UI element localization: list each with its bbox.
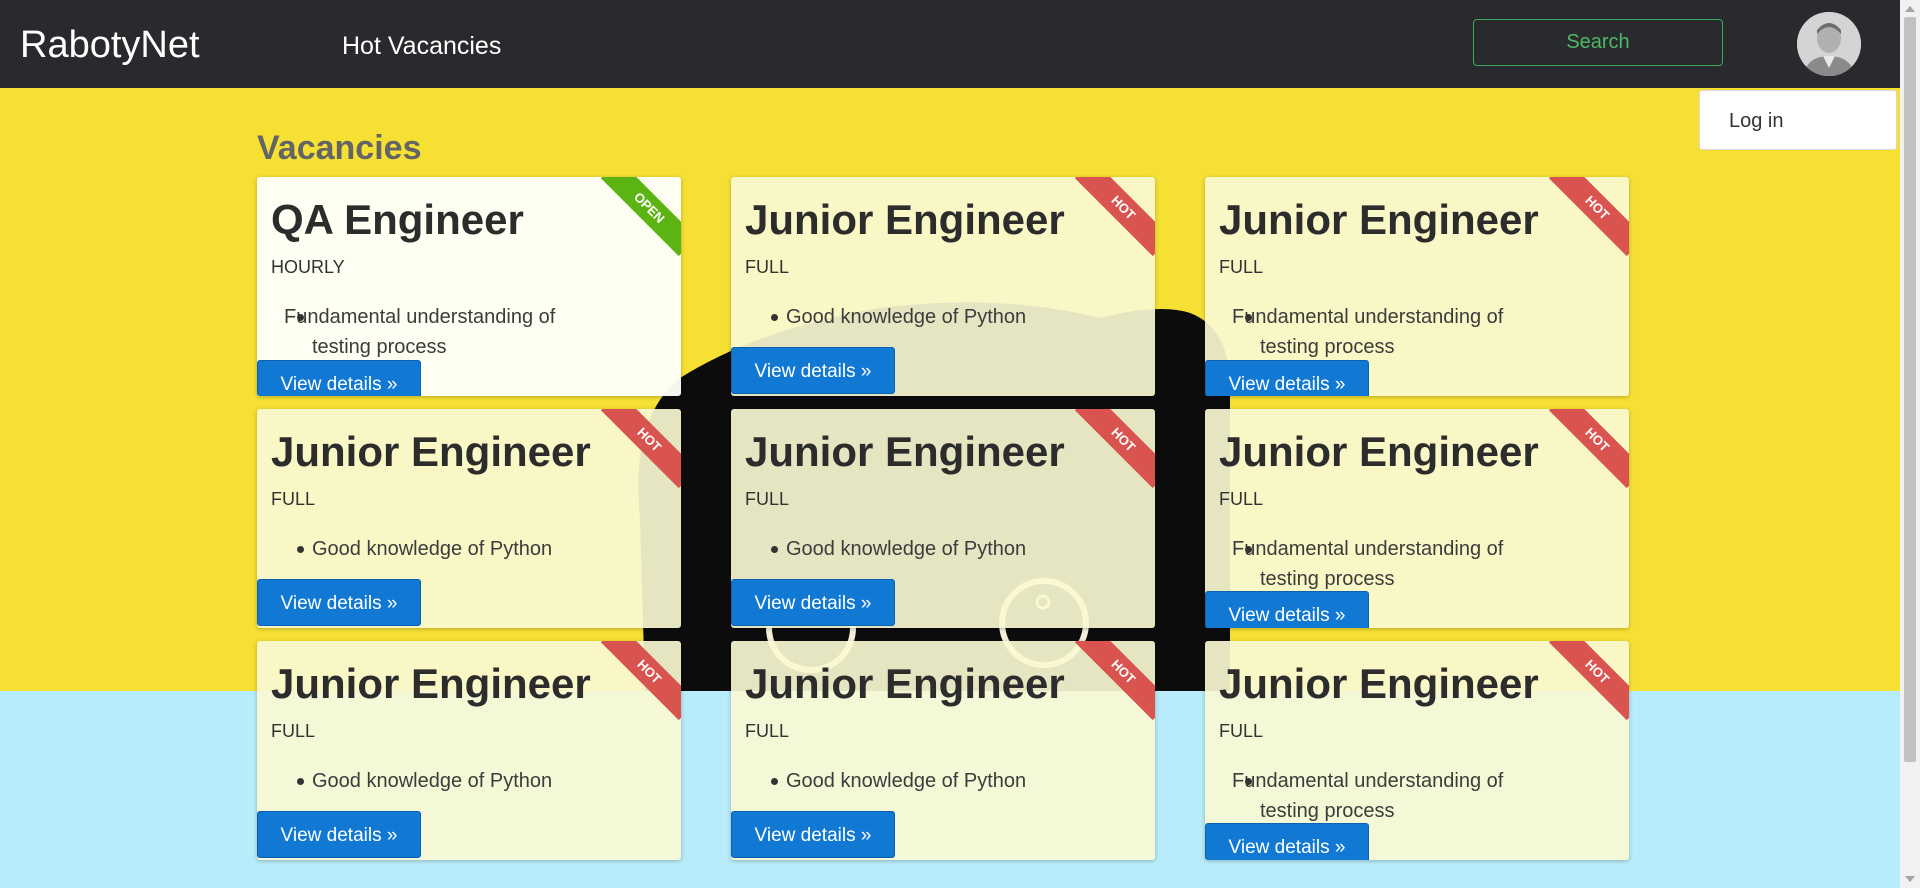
vacancy-card: Junior Engineer FULL Good knowledge of P… — [731, 409, 1155, 628]
scrollbar-thumb[interactable] — [1904, 17, 1916, 762]
vacancy-title: Junior Engineer — [745, 428, 1065, 475]
requirements-list: Fundamental understanding of testing pro… — [1219, 302, 1549, 362]
requirement-item: Fundamental understanding of testing pro… — [1232, 306, 1504, 358]
requirement-item: Fundamental understanding of testing pro… — [1232, 538, 1504, 590]
vacancy-title: Junior Engineer — [271, 660, 591, 707]
hot-badge: HOT — [1548, 641, 1629, 721]
vacancy-type: FULL — [271, 721, 316, 741]
requirements-list: Good knowledge of Python — [745, 534, 1075, 564]
vacancy-card: QA Engineer HOURLY Fundamental understan… — [257, 177, 681, 396]
requirements-list: Fundamental understanding of testing pro… — [1219, 534, 1549, 594]
requirements-list: Fundamental understanding of testing pro… — [1219, 766, 1549, 826]
view-details-button[interactable]: View details » — [731, 579, 895, 626]
view-details-button[interactable]: View details » — [731, 347, 895, 394]
user-avatar-icon[interactable] — [1797, 12, 1861, 76]
view-details-button[interactable]: View details » — [257, 360, 421, 396]
requirements-list: Fundamental understanding of testing pro… — [271, 302, 601, 362]
open-badge: OPEN — [600, 177, 681, 257]
vacancy-card: Junior Engineer FULL Good knowledge of P… — [257, 641, 681, 860]
vacancy-type: FULL — [1219, 489, 1264, 509]
hot-badge: HOT — [1074, 641, 1155, 721]
requirements-list: Good knowledge of Python — [271, 534, 601, 564]
hot-badge: HOT — [1074, 177, 1155, 257]
requirement-item: Good knowledge of Python — [760, 302, 1075, 332]
requirements-list: Good knowledge of Python — [745, 302, 1075, 332]
vacancy-title: Junior Engineer — [1219, 196, 1539, 243]
requirement-item: Good knowledge of Python — [286, 766, 601, 796]
brand-logo[interactable]: RabotyNet — [20, 22, 200, 68]
requirement-item: Good knowledge of Python — [760, 534, 1075, 564]
avatar-person-icon — [1797, 12, 1861, 76]
nav-hot-vacancies[interactable]: Hot Vacancies — [342, 30, 501, 62]
top-navbar: RabotyNet Hot Vacancies Search — [0, 0, 1900, 88]
vacancy-title: QA Engineer — [271, 196, 524, 243]
scroll-down-arrow-icon[interactable] — [1905, 876, 1915, 882]
requirements-list: Good knowledge of Python — [271, 766, 601, 796]
search-button[interactable]: Search — [1473, 19, 1723, 66]
vacancy-card: Junior Engineer FULL Fundamental underst… — [1205, 641, 1629, 860]
vacancy-title: Junior Engineer — [745, 196, 1065, 243]
view-details-button[interactable]: View details » — [1205, 360, 1369, 396]
vacancy-card: Junior Engineer FULL Good knowledge of P… — [257, 409, 681, 628]
scroll-up-arrow-icon[interactable] — [1905, 6, 1915, 12]
requirement-item: Good knowledge of Python — [286, 534, 601, 564]
login-menu-item[interactable]: Log in — [1729, 109, 1784, 133]
hot-badge: HOT — [600, 409, 681, 489]
vacancy-card: Junior Engineer FULL Fundamental underst… — [1205, 177, 1629, 396]
vacancy-title: Junior Engineer — [271, 428, 591, 475]
view-details-button[interactable]: View details » — [731, 811, 895, 858]
vacancy-type: FULL — [1219, 257, 1264, 277]
requirement-item: Good knowledge of Python — [760, 766, 1075, 796]
vacancy-type: FULL — [1219, 721, 1264, 741]
vacancy-title: Junior Engineer — [1219, 660, 1539, 707]
vacancy-card: Junior Engineer FULL Good knowledge of P… — [731, 641, 1155, 860]
user-dropdown-menu: Log in — [1699, 90, 1897, 150]
vacancy-type: FULL — [271, 489, 316, 509]
vacancy-title: Junior Engineer — [745, 660, 1065, 707]
hot-badge: HOT — [600, 641, 681, 721]
vacancy-card: Junior Engineer FULL Fundamental underst… — [1205, 409, 1629, 628]
vacancy-title: Junior Engineer — [1219, 428, 1539, 475]
hot-badge: HOT — [1548, 409, 1629, 489]
vacancy-type: FULL — [745, 257, 790, 277]
vacancy-card: Junior Engineer FULL Good knowledge of P… — [731, 177, 1155, 396]
vacancy-type: FULL — [745, 721, 790, 741]
vacancy-type: HOURLY — [271, 257, 345, 277]
page-title: Vacancies — [257, 129, 422, 167]
hot-badge: HOT — [1074, 409, 1155, 489]
requirement-item: Fundamental understanding of testing pro… — [1232, 770, 1504, 822]
view-details-button[interactable]: View details » — [257, 811, 421, 858]
page-scrollbar[interactable] — [1900, 0, 1920, 888]
view-details-button[interactable]: View details » — [1205, 591, 1369, 628]
requirement-item: Fundamental understanding of testing pro… — [284, 306, 556, 358]
view-details-button[interactable]: View details » — [1205, 823, 1369, 860]
hot-badge: HOT — [1548, 177, 1629, 257]
vacancy-type: FULL — [745, 489, 790, 509]
requirements-list: Good knowledge of Python — [745, 766, 1075, 796]
view-details-button[interactable]: View details » — [257, 579, 421, 626]
